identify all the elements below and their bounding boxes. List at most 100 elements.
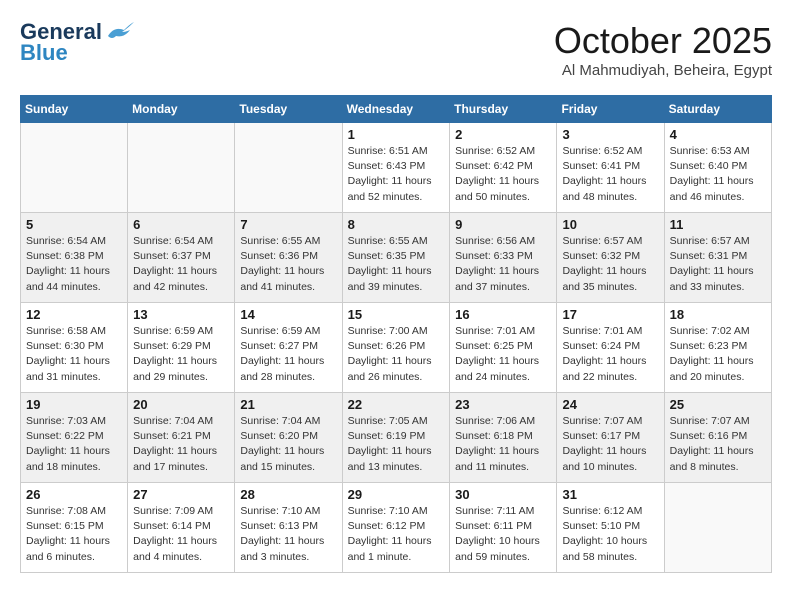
- day-info: Sunrise: 6:55 AM Sunset: 6:35 PM Dayligh…: [348, 234, 445, 295]
- day-info: Sunrise: 7:09 AM Sunset: 6:14 PM Dayligh…: [133, 504, 229, 565]
- day-info: Sunrise: 6:52 AM Sunset: 6:41 PM Dayligh…: [562, 144, 658, 205]
- weekday-header-sunday: Sunday: [21, 96, 128, 123]
- calendar-cell: 11 Sunrise: 6:57 AM Sunset: 6:31 PM Dayli…: [664, 213, 771, 303]
- calendar-cell: 27 Sunrise: 7:09 AM Sunset: 6:14 PM Dayli…: [128, 483, 235, 573]
- calendar-cell: 22Sunrise: 7:05 AM Sunset: 6:19 PM Dayli…: [342, 393, 450, 483]
- day-info: Sunrise: 7:10 AM Sunset: 6:12 PM Dayligh…: [348, 504, 445, 565]
- day-number: 16: [455, 307, 551, 322]
- calendar-cell: 30 Sunrise: 7:11 AM Sunset: 6:11 PM Dayli…: [450, 483, 557, 573]
- day-number: 28: [240, 487, 336, 502]
- day-info: Sunrise: 6:51 AM Sunset: 6:43 PM Dayligh…: [348, 144, 445, 205]
- calendar-cell: 13Sunrise: 6:59 AM Sunset: 6:29 PM Dayli…: [128, 303, 235, 393]
- calendar-cell: 3Sunrise: 6:52 AM Sunset: 6:41 PM Daylig…: [557, 123, 664, 213]
- calendar-cell: 5Sunrise: 6:54 AM Sunset: 6:38 PM Daylig…: [21, 213, 128, 303]
- calendar-cell: 31Sunrise: 6:12 AM Sunset: 5:10 PM Dayli…: [557, 483, 664, 573]
- day-info: Sunrise: 6:59 AM Sunset: 6:27 PM Dayligh…: [240, 324, 336, 385]
- calendar-cell: 2 Sunrise: 6:52 AM Sunset: 6:42 PM Daylig…: [450, 123, 557, 213]
- day-info: Sunrise: 6:52 AM Sunset: 6:42 PM Dayligh…: [455, 144, 551, 205]
- day-number: 9: [455, 217, 551, 232]
- calendar-cell: 8 Sunrise: 6:55 AM Sunset: 6:35 PM Daylig…: [342, 213, 450, 303]
- calendar-table: SundayMondayTuesdayWednesdayThursdayFrid…: [20, 95, 772, 573]
- day-info: Sunrise: 7:07 AM Sunset: 6:17 PM Dayligh…: [562, 414, 658, 475]
- weekday-header-thursday: Thursday: [450, 96, 557, 123]
- day-number: 30: [455, 487, 551, 502]
- day-info: Sunrise: 6:57 AM Sunset: 6:31 PM Dayligh…: [670, 234, 766, 295]
- weekday-header-saturday: Saturday: [664, 96, 771, 123]
- calendar-cell: 10Sunrise: 6:57 AM Sunset: 6:32 PM Dayli…: [557, 213, 664, 303]
- day-number: 11: [670, 217, 766, 232]
- day-number: 7: [240, 217, 336, 232]
- day-info: Sunrise: 7:00 AM Sunset: 6:26 PM Dayligh…: [348, 324, 445, 385]
- day-number: 6: [133, 217, 229, 232]
- day-info: Sunrise: 7:03 AM Sunset: 6:22 PM Dayligh…: [26, 414, 122, 475]
- day-number: 27: [133, 487, 229, 502]
- calendar-cell: 16 Sunrise: 7:01 AM Sunset: 6:25 PM Dayli…: [450, 303, 557, 393]
- weekday-header-friday: Friday: [557, 96, 664, 123]
- day-info: Sunrise: 7:11 AM Sunset: 6:11 PM Dayligh…: [455, 504, 551, 565]
- calendar-cell: 17 Sunrise: 7:01 AM Sunset: 6:24 PM Dayli…: [557, 303, 664, 393]
- calendar-cell: [128, 123, 235, 213]
- day-number: 12: [26, 307, 122, 322]
- calendar-week-row: 5Sunrise: 6:54 AM Sunset: 6:38 PM Daylig…: [21, 213, 772, 303]
- day-info: Sunrise: 7:02 AM Sunset: 6:23 PM Dayligh…: [670, 324, 766, 385]
- weekday-header-wednesday: Wednesday: [342, 96, 450, 123]
- day-info: Sunrise: 7:10 AM Sunset: 6:13 PM Dayligh…: [240, 504, 336, 565]
- calendar-cell: 24Sunrise: 7:07 AM Sunset: 6:17 PM Dayli…: [557, 393, 664, 483]
- day-info: Sunrise: 7:01 AM Sunset: 6:24 PM Dayligh…: [562, 324, 658, 385]
- day-info: Sunrise: 7:07 AM Sunset: 6:16 PM Dayligh…: [670, 414, 766, 475]
- logo-bird-icon: [104, 22, 134, 44]
- calendar-cell: 1 Sunrise: 6:51 AM Sunset: 6:43 PM Daylig…: [342, 123, 450, 213]
- page-header: General Blue October 2025 Al Mahmudiyah,…: [20, 20, 772, 79]
- calendar-cell: 9 Sunrise: 6:56 AM Sunset: 6:33 PM Daylig…: [450, 213, 557, 303]
- day-number: 26: [26, 487, 122, 502]
- day-info: Sunrise: 7:01 AM Sunset: 6:25 PM Dayligh…: [455, 324, 551, 385]
- day-info: Sunrise: 6:59 AM Sunset: 6:29 PM Dayligh…: [133, 324, 229, 385]
- calendar-cell: [664, 483, 771, 573]
- calendar-cell: 14 Sunrise: 6:59 AM Sunset: 6:27 PM Dayli…: [235, 303, 342, 393]
- calendar-week-row: 26 Sunrise: 7:08 AM Sunset: 6:15 PM Dayli…: [21, 483, 772, 573]
- day-info: Sunrise: 6:12 AM Sunset: 5:10 PM Dayligh…: [562, 504, 658, 565]
- calendar-cell: 20 Sunrise: 7:04 AM Sunset: 6:21 PM Dayli…: [128, 393, 235, 483]
- calendar-header-row: SundayMondayTuesdayWednesdayThursdayFrid…: [21, 96, 772, 123]
- calendar-cell: 25Sunrise: 7:07 AM Sunset: 6:16 PM Dayli…: [664, 393, 771, 483]
- day-info: Sunrise: 7:04 AM Sunset: 6:21 PM Dayligh…: [133, 414, 229, 475]
- day-info: Sunrise: 7:04 AM Sunset: 6:20 PM Dayligh…: [240, 414, 336, 475]
- calendar-cell: 23 Sunrise: 7:06 AM Sunset: 6:18 PM Dayli…: [450, 393, 557, 483]
- day-info: Sunrise: 6:56 AM Sunset: 6:33 PM Dayligh…: [455, 234, 551, 295]
- calendar-cell: 29 Sunrise: 7:10 AM Sunset: 6:12 PM Dayli…: [342, 483, 450, 573]
- day-info: Sunrise: 7:06 AM Sunset: 6:18 PM Dayligh…: [455, 414, 551, 475]
- day-info: Sunrise: 6:53 AM Sunset: 6:40 PM Dayligh…: [670, 144, 766, 205]
- logo: General Blue: [20, 20, 134, 66]
- calendar-cell: [235, 123, 342, 213]
- day-info: Sunrise: 6:55 AM Sunset: 6:36 PM Dayligh…: [240, 234, 336, 295]
- location-subtitle: Al Mahmudiyah, Beheira, Egypt: [554, 62, 772, 79]
- calendar-week-row: 1 Sunrise: 6:51 AM Sunset: 6:43 PM Daylig…: [21, 123, 772, 213]
- title-block: October 2025 Al Mahmudiyah, Beheira, Egy…: [554, 20, 772, 79]
- calendar-week-row: 12Sunrise: 6:58 AM Sunset: 6:30 PM Dayli…: [21, 303, 772, 393]
- day-number: 19: [26, 397, 122, 412]
- calendar-cell: 26 Sunrise: 7:08 AM Sunset: 6:15 PM Dayli…: [21, 483, 128, 573]
- day-number: 17: [562, 307, 658, 322]
- day-number: 8: [348, 217, 445, 232]
- weekday-header-monday: Monday: [128, 96, 235, 123]
- day-number: 10: [562, 217, 658, 232]
- day-number: 1: [348, 127, 445, 142]
- day-info: Sunrise: 7:05 AM Sunset: 6:19 PM Dayligh…: [348, 414, 445, 475]
- calendar-cell: 18Sunrise: 7:02 AM Sunset: 6:23 PM Dayli…: [664, 303, 771, 393]
- day-info: Sunrise: 6:54 AM Sunset: 6:38 PM Dayligh…: [26, 234, 122, 295]
- day-number: 15: [348, 307, 445, 322]
- day-number: 4: [670, 127, 766, 142]
- day-number: 20: [133, 397, 229, 412]
- day-number: 21: [240, 397, 336, 412]
- calendar-cell: 19 Sunrise: 7:03 AM Sunset: 6:22 PM Dayli…: [21, 393, 128, 483]
- calendar-cell: 15 Sunrise: 7:00 AM Sunset: 6:26 PM Dayli…: [342, 303, 450, 393]
- day-number: 14: [240, 307, 336, 322]
- calendar-cell: 12Sunrise: 6:58 AM Sunset: 6:30 PM Dayli…: [21, 303, 128, 393]
- day-number: 29: [348, 487, 445, 502]
- calendar-cell: 4 Sunrise: 6:53 AM Sunset: 6:40 PM Daylig…: [664, 123, 771, 213]
- calendar-week-row: 19 Sunrise: 7:03 AM Sunset: 6:22 PM Dayli…: [21, 393, 772, 483]
- day-number: 23: [455, 397, 551, 412]
- day-number: 2: [455, 127, 551, 142]
- calendar-cell: 7 Sunrise: 6:55 AM Sunset: 6:36 PM Daylig…: [235, 213, 342, 303]
- day-info: Sunrise: 7:08 AM Sunset: 6:15 PM Dayligh…: [26, 504, 122, 565]
